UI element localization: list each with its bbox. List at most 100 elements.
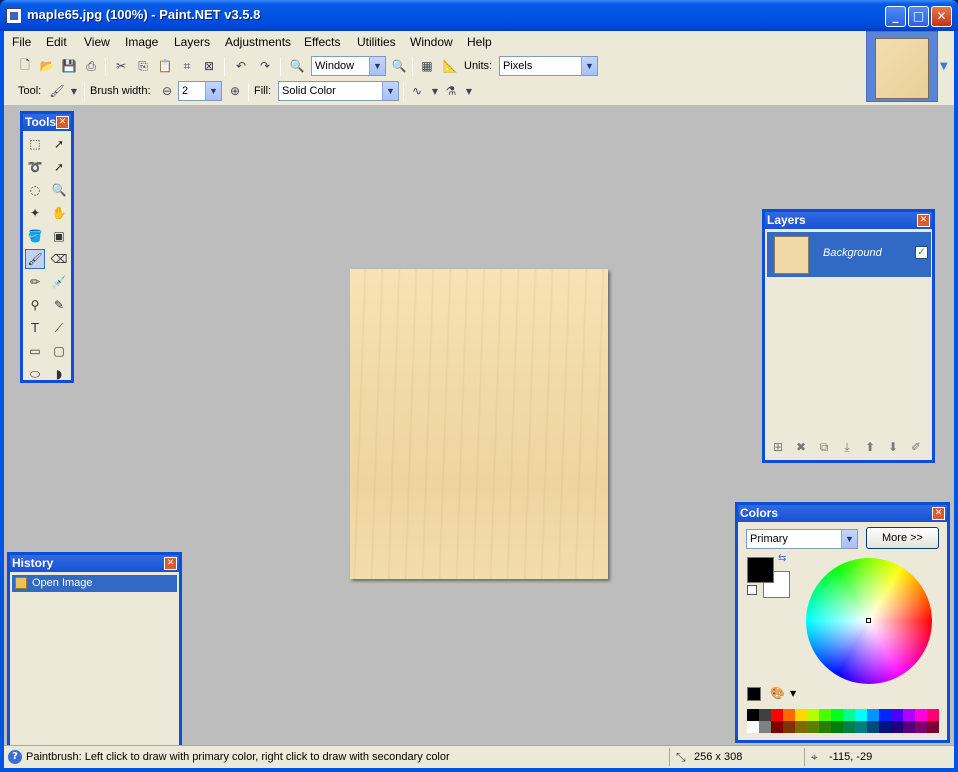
- chevron-down-icon[interactable]: ▼: [581, 57, 597, 75]
- cut-icon[interactable]: ✂: [112, 57, 130, 75]
- palette-swatch[interactable]: [903, 721, 915, 733]
- antialiasing-icon[interactable]: ∿: [408, 82, 426, 100]
- chevron-down-icon[interactable]: ▼: [369, 57, 385, 75]
- blend-mode-icon[interactable]: ⚗: [442, 82, 460, 100]
- palette-swatch[interactable]: [807, 721, 819, 733]
- rectangle-select-icon[interactable]: ⬚: [25, 134, 45, 154]
- menu-adjustments[interactable]: Adjustments: [225, 35, 291, 49]
- add-layer-icon[interactable]: ⊞: [769, 440, 787, 456]
- increase-width-icon[interactable]: ⊕: [226, 82, 244, 100]
- palette-swatch[interactable]: [759, 709, 771, 721]
- palette-swatch[interactable]: [915, 709, 927, 721]
- primary-color-swatch[interactable]: [747, 557, 774, 583]
- palette-swatch[interactable]: [759, 721, 771, 733]
- close-icon[interactable]: ✕: [932, 507, 945, 520]
- move-layer-up-icon[interactable]: ⬆: [861, 440, 879, 456]
- deselect-icon[interactable]: ⊠: [200, 57, 218, 75]
- zoom-combo[interactable]: Window ▼: [311, 56, 386, 76]
- palette-swatch[interactable]: [831, 709, 843, 721]
- palette-swatch[interactable]: [891, 721, 903, 733]
- chevron-down-icon[interactable]: ▼: [382, 82, 398, 100]
- units-combo[interactable]: Pixels ▼: [499, 56, 598, 76]
- undo-icon[interactable]: ↶: [232, 57, 250, 75]
- menu-file[interactable]: File: [12, 35, 31, 49]
- duplicate-layer-icon[interactable]: ⧉: [815, 440, 833, 456]
- freeform-shape-icon[interactable]: ◗: [49, 364, 69, 384]
- delete-layer-icon[interactable]: ✖: [792, 440, 810, 456]
- zoom-out-icon[interactable]: 🔍: [288, 57, 306, 75]
- decrease-width-icon[interactable]: ⊖: [158, 82, 176, 100]
- close-icon[interactable]: ✕: [56, 116, 69, 129]
- palette-swatch[interactable]: [903, 709, 915, 721]
- menu-image[interactable]: Image: [125, 35, 158, 49]
- merge-layer-icon[interactable]: ⤓: [838, 440, 856, 456]
- zoom-in-icon[interactable]: 🔍: [390, 57, 408, 75]
- palette-menu-icon[interactable]: 🎨: [770, 686, 785, 700]
- move-selection-icon[interactable]: ➚: [49, 157, 69, 177]
- palette-swatch[interactable]: [927, 709, 939, 721]
- move-selected-icon[interactable]: ➚: [49, 134, 69, 154]
- pan-icon[interactable]: ✋: [49, 203, 69, 223]
- fill-combo[interactable]: Solid Color ▼: [278, 81, 399, 101]
- colors-title[interactable]: Colors: [738, 505, 947, 522]
- new-file-icon[interactable]: 🗋: [16, 57, 34, 75]
- image-thumbnail[interactable]: [875, 38, 929, 99]
- close-icon[interactable]: ✕: [164, 557, 177, 570]
- palette-swatch[interactable]: [867, 709, 879, 721]
- swap-colors-icon[interactable]: ⇆: [778, 553, 786, 564]
- menu-edit[interactable]: Edit: [46, 35, 67, 49]
- palette-swatch[interactable]: [819, 721, 831, 733]
- eraser-icon[interactable]: ⌫: [49, 249, 69, 269]
- palette-swatch[interactable]: [879, 721, 891, 733]
- history-title[interactable]: History: [10, 555, 179, 572]
- palette-swatch[interactable]: [819, 709, 831, 721]
- lasso-select-icon[interactable]: ➰: [25, 157, 45, 177]
- zoom-icon[interactable]: 🔍: [49, 180, 69, 200]
- menu-help[interactable]: Help: [467, 35, 492, 49]
- ellipse-select-icon[interactable]: ◌: [25, 180, 45, 200]
- close-icon[interactable]: ✕: [917, 214, 930, 227]
- close-button[interactable]: ✕: [931, 6, 952, 27]
- pencil-icon[interactable]: ✏: [25, 272, 45, 292]
- menu-layers[interactable]: Layers: [174, 35, 210, 49]
- rulers-icon[interactable]: 📐: [441, 57, 459, 75]
- menu-effects[interactable]: Effects: [304, 35, 340, 49]
- palette-swatch[interactable]: [891, 709, 903, 721]
- palette-swatch[interactable]: [795, 709, 807, 721]
- image-canvas[interactable]: [350, 269, 608, 579]
- layers-title[interactable]: Layers: [765, 212, 932, 229]
- palette-swatch[interactable]: [771, 709, 783, 721]
- palette-swatch[interactable]: [867, 721, 879, 733]
- copy-icon[interactable]: ⎘: [134, 57, 152, 75]
- palette-swatch[interactable]: [747, 709, 759, 721]
- palette-swatch[interactable]: [855, 709, 867, 721]
- chevron-down-icon[interactable]: ▼: [65, 82, 83, 100]
- color-palette[interactable]: [747, 709, 940, 733]
- maximize-button[interactable]: □: [908, 6, 929, 27]
- layer-visibility-checkbox[interactable]: ✓: [915, 246, 928, 259]
- menu-view[interactable]: View: [84, 35, 110, 49]
- chevron-down-icon[interactable]: ▼: [205, 82, 221, 100]
- rectangle-icon[interactable]: ▭: [25, 341, 45, 361]
- rounded-rectangle-icon[interactable]: ▢: [49, 341, 69, 361]
- more-colors-button[interactable]: More >>: [866, 527, 939, 549]
- save-icon[interactable]: 💾: [60, 57, 78, 75]
- brush-width-combo[interactable]: 2 ▼: [178, 81, 222, 101]
- palette-swatch[interactable]: [771, 721, 783, 733]
- paintbrush-icon[interactable]: 🖌: [25, 249, 45, 269]
- color-mode-combo[interactable]: Primary ▼: [746, 529, 858, 549]
- gradient-icon[interactable]: ▣: [49, 226, 69, 246]
- palette-swatch[interactable]: [831, 721, 843, 733]
- palette-swatch[interactable]: [915, 721, 927, 733]
- color-picker-icon[interactable]: 💉: [49, 272, 69, 292]
- move-layer-down-icon[interactable]: ⬇: [884, 440, 902, 456]
- chevron-down-icon[interactable]: ▼: [940, 61, 948, 72]
- reset-colors-icon[interactable]: [747, 585, 757, 595]
- palette-swatch[interactable]: [843, 709, 855, 721]
- clone-stamp-icon[interactable]: ⚲: [25, 295, 45, 315]
- paint-bucket-icon[interactable]: 🪣: [25, 226, 45, 246]
- recolor-icon[interactable]: ✎: [49, 295, 69, 315]
- title-bar[interactable]: maple65.jpg (100%) - Paint.NET v3.5.8 _ …: [0, 0, 958, 31]
- chevron-down-icon[interactable]: ▼: [790, 689, 796, 698]
- layer-row[interactable]: Background ✓: [767, 232, 931, 277]
